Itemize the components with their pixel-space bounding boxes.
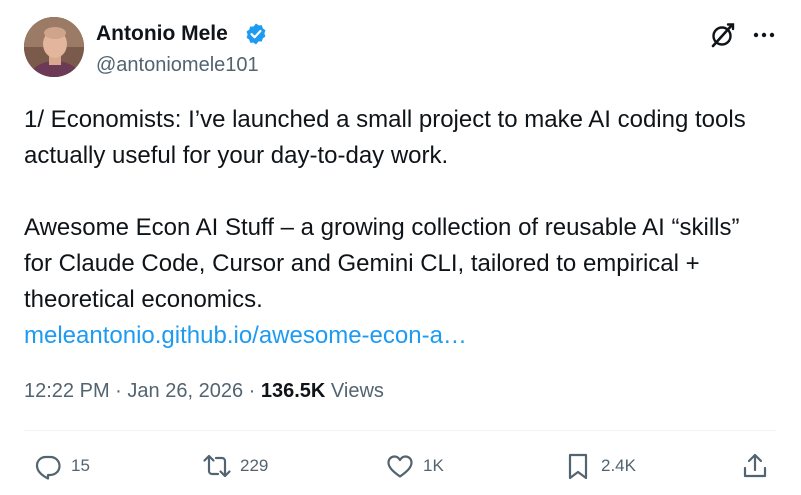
bookmark-button[interactable]: 2.4K	[563, 448, 636, 484]
tweet-text: 1/ Economists: I’ve launched a small pro…	[24, 102, 774, 354]
repost-count: 229	[240, 456, 269, 475]
bookmark-icon	[568, 453, 588, 480]
tweet-date[interactable]: Jan 26, 2026	[127, 380, 243, 402]
meta-separator: ·	[248, 380, 256, 402]
share-button[interactable]	[740, 448, 770, 484]
grok-icon[interactable]	[708, 21, 736, 49]
tweet-card: Antonio Mele @antoniomele101 1/ Economis…	[0, 0, 801, 495]
reply-button[interactable]: 15	[33, 448, 90, 484]
reply-count: 15	[71, 456, 90, 475]
tweet-paragraph-1: 1/ Economists: I’ve launched a small pro…	[24, 106, 746, 169]
divider	[24, 430, 776, 431]
more-icon[interactable]	[750, 21, 778, 49]
heart-icon	[387, 455, 413, 478]
bookmark-count: 2.4K	[601, 456, 636, 475]
repost-icon	[203, 454, 231, 478]
meta-separator: ·	[115, 380, 122, 402]
reply-icon	[35, 455, 61, 480]
tweet-link[interactable]: meleantonio.github.io/awesome-econ-a…	[24, 322, 467, 349]
views-count: 136.5K	[260, 380, 326, 402]
avatar-photo	[24, 17, 84, 77]
tweet-time[interactable]: 12:22 PM	[24, 380, 110, 402]
tweet-meta: 12:22 PM · Jan 26, 2026 · 136.5K Views	[24, 378, 384, 404]
share-icon	[743, 453, 767, 478]
tweet-paragraph-2: Awesome Econ AI Stuff – a growing collec…	[24, 214, 740, 313]
repost-button[interactable]: 229	[202, 448, 268, 484]
views-label: Views	[330, 380, 384, 402]
like-button[interactable]: 1K	[385, 448, 444, 484]
author-handle[interactable]: @antoniomele101	[96, 53, 259, 77]
author-name[interactable]: Antonio Mele	[96, 21, 228, 47]
action-bar: 15 229 1K 2.4K	[0, 448, 801, 484]
avatar[interactable]	[24, 17, 84, 77]
verified-badge-icon	[246, 23, 266, 45]
like-count: 1K	[423, 456, 444, 475]
